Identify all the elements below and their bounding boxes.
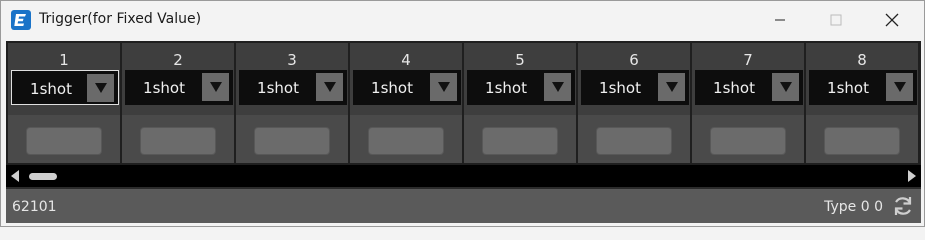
maximize-icon bbox=[830, 14, 842, 26]
channel-3: 3 1shot bbox=[236, 43, 348, 163]
chevron-down-icon bbox=[551, 82, 564, 92]
channel-number: 7 bbox=[743, 51, 753, 69]
mode-value: 1shot bbox=[143, 79, 185, 97]
mode-value: 1shot bbox=[599, 79, 641, 97]
dropdown-button[interactable] bbox=[544, 73, 571, 101]
dropdown-button[interactable] bbox=[772, 73, 799, 101]
channel-7: 7 1shot bbox=[692, 43, 804, 163]
channel-number: 5 bbox=[515, 51, 525, 69]
trigger-area bbox=[806, 115, 918, 163]
dropdown-button[interactable] bbox=[886, 73, 913, 101]
channel-number: 6 bbox=[629, 51, 639, 69]
window-title: Trigger(for Fixed Value) bbox=[39, 11, 202, 27]
scroll-thumb[interactable] bbox=[29, 173, 57, 180]
channel-number: 3 bbox=[287, 51, 297, 69]
mode-value: 1shot bbox=[827, 79, 869, 97]
close-icon bbox=[885, 13, 899, 27]
scroll-right-icon[interactable] bbox=[907, 170, 917, 182]
channel-1: 1 1shot bbox=[8, 43, 120, 163]
horizontal-scrollbar[interactable] bbox=[6, 165, 921, 187]
trigger-area bbox=[122, 115, 234, 163]
app-logo-icon bbox=[11, 10, 31, 30]
channel-number: 4 bbox=[401, 51, 411, 69]
trigger-button[interactable] bbox=[710, 127, 786, 155]
status-type: Type 0 0 bbox=[824, 199, 883, 215]
status-bar: 62101 Type 0 0 bbox=[6, 189, 921, 223]
trigger-button[interactable] bbox=[26, 127, 102, 155]
trigger-area bbox=[236, 115, 348, 163]
trigger-area bbox=[464, 115, 576, 163]
mode-select[interactable]: 1shot bbox=[11, 70, 119, 105]
trigger-area bbox=[692, 115, 804, 163]
dropdown-button[interactable] bbox=[658, 73, 685, 101]
mode-value: 1shot bbox=[30, 80, 72, 98]
dropdown-button[interactable] bbox=[316, 73, 343, 101]
trigger-button[interactable] bbox=[596, 127, 672, 155]
mode-select[interactable]: 1shot bbox=[809, 70, 917, 105]
channel-5: 5 1shot bbox=[464, 43, 576, 163]
minimize-icon bbox=[775, 19, 785, 21]
trigger-button[interactable] bbox=[368, 127, 444, 155]
chevron-down-icon bbox=[779, 82, 792, 92]
mode-value: 1shot bbox=[371, 79, 413, 97]
channel-2: 2 1shot bbox=[122, 43, 234, 163]
sync-icon[interactable] bbox=[891, 194, 915, 218]
chevron-down-icon bbox=[94, 83, 107, 93]
channel-strip: 1 1shot 2 1shot 3 1shot 4 1shot 5 1shot … bbox=[6, 41, 921, 165]
status-id: 62101 bbox=[12, 199, 57, 215]
trigger-button[interactable] bbox=[254, 127, 330, 155]
mode-select[interactable]: 1shot bbox=[239, 70, 347, 105]
chevron-down-icon bbox=[323, 82, 336, 92]
mode-select[interactable]: 1shot bbox=[695, 70, 803, 105]
mode-select[interactable]: 1shot bbox=[125, 70, 233, 105]
dropdown-button[interactable] bbox=[430, 73, 457, 101]
channel-number: 2 bbox=[173, 51, 183, 69]
mode-value: 1shot bbox=[485, 79, 527, 97]
channel-8: 8 1shot bbox=[806, 43, 918, 163]
dropdown-button[interactable] bbox=[87, 74, 114, 102]
close-button[interactable] bbox=[869, 1, 915, 39]
mode-value: 1shot bbox=[257, 79, 299, 97]
mode-select[interactable]: 1shot bbox=[581, 70, 689, 105]
chevron-down-icon bbox=[665, 82, 678, 92]
channel-4: 4 1shot bbox=[350, 43, 462, 163]
scroll-left-icon[interactable] bbox=[10, 170, 20, 182]
dropdown-button[interactable] bbox=[202, 73, 229, 101]
minimize-button[interactable] bbox=[757, 1, 803, 39]
trigger-button[interactable] bbox=[140, 127, 216, 155]
trigger-button[interactable] bbox=[824, 127, 900, 155]
window: Trigger(for Fixed Value) 1 1shot 2 1shot… bbox=[0, 0, 925, 227]
mode-select[interactable]: 1shot bbox=[467, 70, 575, 105]
chevron-down-icon bbox=[209, 82, 222, 92]
content-area: 1 1shot 2 1shot 3 1shot 4 1shot 5 1shot … bbox=[6, 41, 921, 223]
chevron-down-icon bbox=[893, 82, 906, 92]
trigger-button[interactable] bbox=[482, 127, 558, 155]
channel-number: 1 bbox=[59, 51, 69, 69]
mode-value: 1shot bbox=[713, 79, 755, 97]
channel-number: 8 bbox=[857, 51, 867, 69]
maximize-button bbox=[813, 1, 859, 39]
trigger-area bbox=[350, 115, 462, 163]
mode-select[interactable]: 1shot bbox=[353, 70, 461, 105]
chevron-down-icon bbox=[437, 82, 450, 92]
title-bar[interactable]: Trigger(for Fixed Value) bbox=[1, 1, 924, 39]
channel-6: 6 1shot bbox=[578, 43, 690, 163]
trigger-area bbox=[8, 115, 120, 163]
trigger-area bbox=[578, 115, 690, 163]
